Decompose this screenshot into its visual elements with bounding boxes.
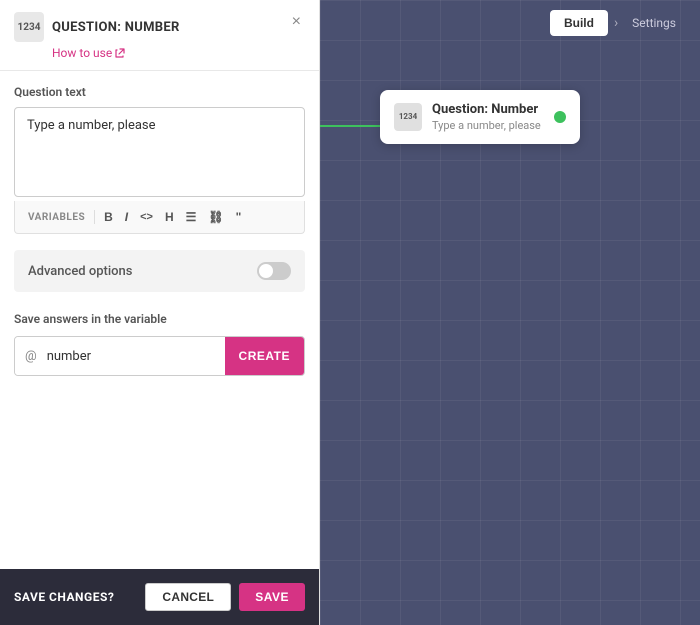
footer-actions: CANCEL SAVE [145, 583, 305, 611]
close-button[interactable]: × [288, 12, 305, 32]
variables-label[interactable]: VARIABLES [23, 209, 90, 226]
flow-area: 12 34 Question: Number Type a number, pl… [380, 90, 580, 144]
card-subtitle: Type a number, please [432, 119, 544, 132]
card-icon: 12 34 [394, 103, 422, 131]
code-button[interactable]: <> [135, 208, 158, 226]
toolbar-separator-1 [94, 210, 95, 224]
card-content: Question: Number Type a number, please [432, 102, 544, 132]
variable-name-input[interactable] [43, 337, 225, 375]
build-button[interactable]: Build [550, 10, 608, 36]
flow-card[interactable]: 12 34 Question: Number Type a number, pl… [380, 90, 580, 144]
panel-footer: SAVE CHANGES? CANCEL SAVE [0, 569, 319, 625]
panel-header: 12 34 QUESTION: NUMBER How to use × [0, 0, 319, 71]
save-variable-section: Save answers in the variable @ CREATE [14, 312, 305, 376]
save-button[interactable]: SAVE [239, 583, 305, 611]
left-panel: 12 34 QUESTION: NUMBER How to use × Ques… [0, 0, 320, 625]
bold-button[interactable]: B [99, 207, 118, 227]
cancel-button[interactable]: CANCEL [145, 583, 231, 611]
create-button[interactable]: CREATE [225, 337, 304, 375]
flow-connector-svg [320, 125, 385, 127]
heading-button[interactable]: H [160, 207, 179, 227]
save-changes-label: SAVE CHANGES? [14, 590, 114, 604]
italic-button[interactable]: I [120, 207, 133, 227]
formatting-toolbar: VARIABLES B I <> H ☰ ⛓ " [14, 201, 305, 234]
panel-body: Question text Type a number, please VARI… [0, 71, 319, 569]
right-topbar: Build › Settings [534, 0, 700, 46]
breadcrumb-arrow: › [614, 15, 618, 31]
advanced-options-toggle[interactable] [257, 262, 291, 280]
how-to-use-link[interactable]: How to use [52, 46, 180, 60]
external-link-icon [115, 48, 125, 58]
advanced-options-row: Advanced options [14, 250, 305, 292]
question-number-icon: 12 34 [14, 12, 44, 42]
save-variable-label: Save answers in the variable [14, 312, 305, 326]
panel-header-left: 12 34 QUESTION: NUMBER How to use [14, 12, 180, 60]
link-button[interactable]: ⛓ [203, 207, 228, 227]
question-text-input[interactable]: Type a number, please [14, 107, 305, 197]
advanced-options-label: Advanced options [28, 264, 132, 279]
at-symbol: @ [15, 337, 43, 375]
list-button[interactable]: ☰ [181, 207, 202, 227]
settings-link[interactable]: Settings [624, 10, 684, 36]
quote-button[interactable]: " [231, 207, 247, 227]
panel-title-row: 12 34 QUESTION: NUMBER [14, 12, 180, 42]
card-title: Question: Number [432, 102, 544, 117]
right-panel: Build › Settings 12 34 Question: Number [320, 0, 700, 625]
panel-title: QUESTION: NUMBER [52, 20, 180, 35]
card-status-dot [554, 111, 566, 123]
question-text-label: Question text [14, 85, 305, 99]
variable-input-row: @ CREATE [14, 336, 305, 376]
